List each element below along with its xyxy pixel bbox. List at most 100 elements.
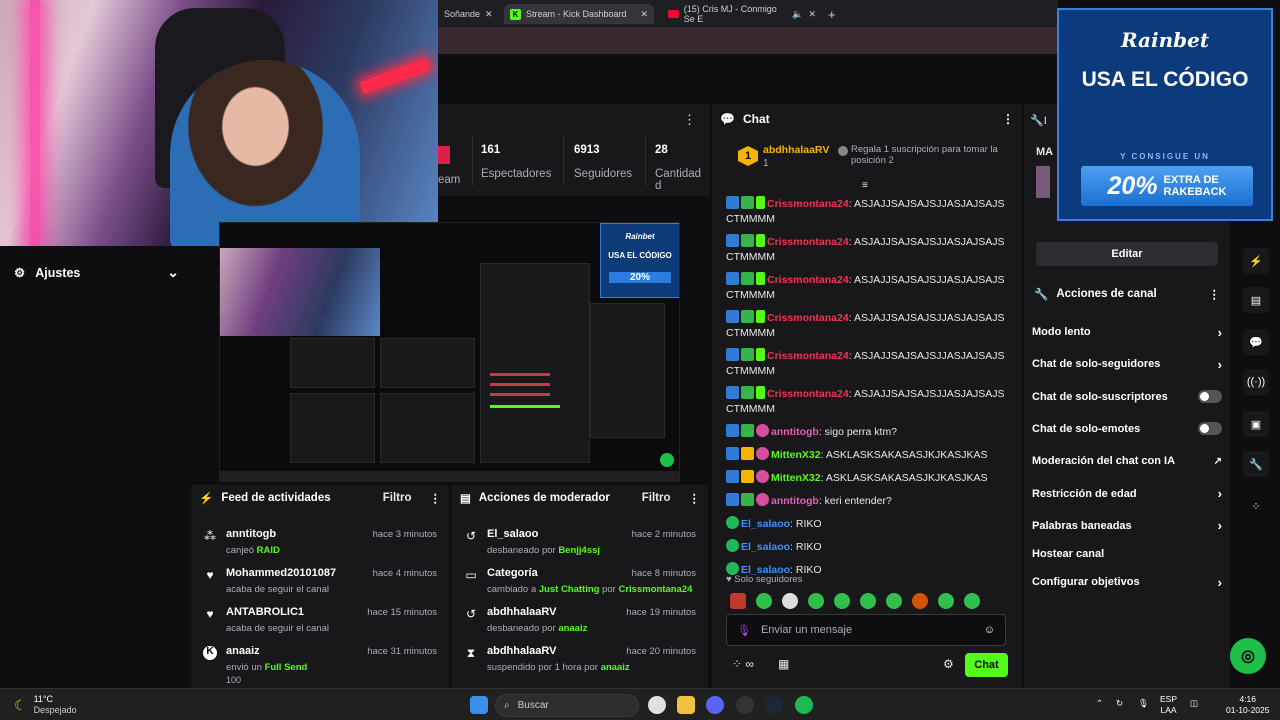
chrome-icon[interactable] xyxy=(648,696,666,714)
weather-widget[interactable]: ☾ 11°C Despejado xyxy=(14,694,77,716)
channel-option[interactable]: Restricción de edad › xyxy=(1032,484,1222,504)
moderator-icon xyxy=(726,272,739,285)
stream-preview[interactable]: Rainbet USA EL CÓDIGO 20% xyxy=(219,222,680,482)
infinity-icon[interactable]: ⁘ ∞ xyxy=(732,657,754,671)
wrench-icon[interactable]: 🔧 xyxy=(1243,451,1269,477)
emote[interactable] xyxy=(782,593,798,609)
mod-icon[interactable]: ▣ xyxy=(1243,411,1269,437)
emote[interactable] xyxy=(756,593,772,609)
broadcast-icon[interactable]: ((·)) xyxy=(1243,369,1269,395)
filter-button[interactable]: Filtro xyxy=(383,492,412,504)
chat-username[interactable]: El_salaoo xyxy=(741,518,790,530)
hourglass-icon: ⧗ xyxy=(466,646,476,660)
option-label: Modo lento xyxy=(1032,326,1091,338)
stat-viewers: 161 Espectadores xyxy=(481,144,551,180)
kebab-menu-icon[interactable]: ⋮ xyxy=(430,491,442,505)
emoji-icon[interactable]: ☺ xyxy=(984,624,995,636)
emote[interactable] xyxy=(834,593,850,609)
channel-option[interactable]: Modo lento › xyxy=(1032,322,1222,342)
kebab-menu-icon[interactable]: ⋮ xyxy=(683,112,696,128)
emote[interactable] xyxy=(860,593,876,609)
close-icon[interactable]: ✕ xyxy=(485,9,493,20)
emote[interactable] xyxy=(886,593,902,609)
promo-bonus: 20% EXTRA DE RAKEBACK xyxy=(1081,166,1253,206)
network-icon[interactable]: ◫ xyxy=(1190,698,1198,709)
chat-username[interactable]: Crissmontana24 xyxy=(767,274,849,286)
clock[interactable]: 4:16 01-10-2025 xyxy=(1226,694,1269,716)
discord-icon[interactable] xyxy=(706,696,724,714)
steam-icon[interactable] xyxy=(765,696,783,714)
chat-username[interactable]: MittenX32 xyxy=(771,472,821,484)
chat-username[interactable]: MittenX32 xyxy=(771,449,821,461)
browser-tab[interactable]: (15) Cris MJ - Conmigo Se E 🔈 ✕ xyxy=(662,4,822,24)
toggle-switch[interactable] xyxy=(1198,390,1222,404)
chat-username[interactable]: Crissmontana24 xyxy=(767,198,849,210)
channel-option[interactable]: Palabras baneadas › xyxy=(1032,516,1222,536)
gear-icon[interactable]: ⚙ xyxy=(943,657,954,671)
chat-text: : keri entender? xyxy=(818,495,892,507)
kebab-menu-icon[interactable]: ⋮ xyxy=(1002,112,1014,126)
chat-messages: Crissmontana24: ASJAJJSAJSAJSJJASJAJSAJS… xyxy=(726,196,1016,585)
channel-option[interactable]: Chat de solo-emotes xyxy=(1032,419,1222,439)
kebab-menu-icon[interactable]: ⋮ xyxy=(1209,287,1221,301)
emote[interactable] xyxy=(938,593,954,609)
address-bar[interactable] xyxy=(438,27,1058,54)
apps-icon[interactable]: ⁘ xyxy=(1243,493,1269,519)
stat-followers: 6913 Seguidores xyxy=(574,144,632,180)
channel-option[interactable]: Chat de solo-seguidores › xyxy=(1032,354,1222,374)
channel-option[interactable]: Moderación del chat con IA ↗ xyxy=(1032,451,1222,471)
top-gifter[interactable]: abdhhalaaRV xyxy=(763,144,829,156)
spotify-icon[interactable] xyxy=(795,696,813,714)
file-explorer-icon[interactable] xyxy=(677,696,695,714)
browser-tab-active[interactable]: K Stream - Kick Dashboard ✕ xyxy=(504,4,654,24)
store-icon[interactable]: ▦ xyxy=(778,657,789,671)
channel-option[interactable]: Chat de solo-suscriptores xyxy=(1032,387,1222,407)
bolt-icon[interactable]: ⚡ xyxy=(1243,248,1269,274)
mod-item: ↺ abdhhalaaRV hace 19 minutos desbaneado… xyxy=(465,606,696,634)
edit-button[interactable]: Editar xyxy=(1036,242,1218,266)
close-icon[interactable]: ✕ xyxy=(808,9,816,20)
microphone-icon[interactable]: 🎙 xyxy=(737,624,751,637)
followers-only-notice: ♥ Solo seguidores xyxy=(726,574,803,585)
obs-icon[interactable] xyxy=(736,696,754,714)
emote[interactable] xyxy=(730,593,746,609)
support-headset-icon[interactable]: ◎ xyxy=(1230,638,1266,674)
emote[interactable] xyxy=(808,593,824,609)
chat-username[interactable]: Crissmontana24 xyxy=(767,236,849,248)
microphone-icon[interactable]: 🎙 xyxy=(1138,698,1149,709)
channel-option[interactable]: Hostear canal xyxy=(1032,544,1222,564)
chat-username[interactable]: Crissmontana24 xyxy=(767,312,849,324)
chat-input[interactable]: 🎙 Enviar un mensaje ☺ xyxy=(726,614,1006,646)
settings-toggle[interactable]: ⚙ Ajustes ⌄ xyxy=(14,264,179,281)
undo-icon: ↺ xyxy=(465,607,477,621)
subs-label: Cantidad d xyxy=(655,168,702,192)
tab-label: (15) Cris MJ - Conmigo Se E xyxy=(683,4,777,24)
close-icon[interactable]: ✕ xyxy=(640,9,648,20)
taskbar-search[interactable]: ⌕ Buscar xyxy=(495,694,639,717)
language-indicator[interactable]: ESP LAA xyxy=(1160,694,1177,716)
preview-panel xyxy=(290,338,375,388)
filter-button[interactable]: Filtro xyxy=(642,492,671,504)
collapse-icon[interactable]: ≡ xyxy=(862,180,868,191)
send-chat-button[interactable]: Chat xyxy=(965,653,1008,677)
sync-icon[interactable]: ↻ xyxy=(1116,698,1123,709)
chat-message: El_salaoo: RIKO xyxy=(726,539,1016,555)
chat-username[interactable]: Crissmontana24 xyxy=(767,350,849,362)
bolt-icon: ⚡ xyxy=(199,493,214,505)
windows-start-icon[interactable] xyxy=(470,696,488,714)
toggle-switch[interactable] xyxy=(1198,422,1222,436)
channel-option[interactable]: Configurar objetivos › xyxy=(1032,572,1222,592)
chat-username[interactable]: El_salaoo xyxy=(741,541,790,553)
new-tab-button[interactable]: + xyxy=(822,4,842,24)
browser-tab[interactable]: Soñande ✕ xyxy=(438,4,498,24)
emote[interactable] xyxy=(964,593,980,609)
chat-bubble-icon[interactable]: 💬 xyxy=(1243,329,1269,355)
document-icon[interactable]: ▤ xyxy=(1243,287,1269,313)
emote[interactable] xyxy=(912,593,928,609)
chat-username[interactable]: Crissmontana24 xyxy=(767,388,849,400)
kick-logo-icon: K xyxy=(510,8,521,20)
chat-username[interactable]: anntitogb xyxy=(771,495,819,507)
chat-username[interactable]: anntitogb xyxy=(771,426,819,438)
kebab-menu-icon[interactable]: ⋮ xyxy=(689,491,701,505)
tray-chevron-icon[interactable]: ⌃ xyxy=(1096,698,1103,709)
